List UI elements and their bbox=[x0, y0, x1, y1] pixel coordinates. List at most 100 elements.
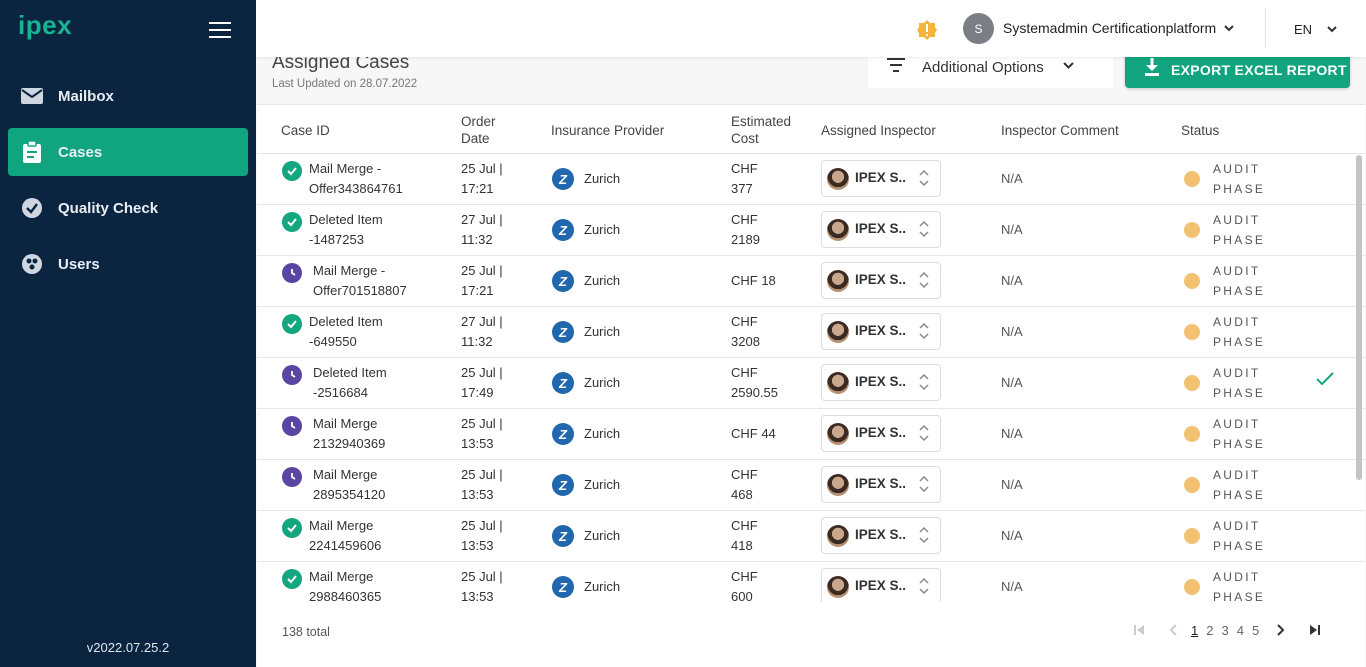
order-date: 25 Jul | 13:53 bbox=[461, 567, 521, 602]
order-date: 25 Jul | 17:49 bbox=[461, 363, 521, 403]
table-row[interactable]: Mail Merge 2241459606 25 Jul | 13:53 Z Zurich… bbox=[257, 511, 1365, 562]
case-id[interactable]: Mail Merge 2988460365 bbox=[309, 567, 454, 602]
page-number[interactable]: 2 bbox=[1202, 623, 1217, 638]
inspector-comment: N/A bbox=[1001, 222, 1023, 237]
cost-line1: CHF bbox=[731, 314, 758, 329]
status-line2: PHASE bbox=[1213, 437, 1266, 451]
case-id[interactable]: Mail Merge - Offer701518807 bbox=[313, 261, 458, 301]
status-dot bbox=[1184, 477, 1200, 493]
insurance-provider: Zurich bbox=[584, 273, 621, 288]
case-id-line2: Offer701518807 bbox=[313, 283, 407, 298]
page-number[interactable]: 3 bbox=[1217, 623, 1232, 638]
case-id-line2: 2988460365 bbox=[309, 589, 382, 602]
inspector-select[interactable]: IPEX S.. bbox=[821, 415, 941, 452]
status-dot bbox=[1184, 579, 1200, 595]
order-date-line2: 13:53 bbox=[461, 487, 494, 502]
header-order-date-line2: Date bbox=[461, 131, 490, 146]
sidebar-item-mailbox[interactable]: Mailbox bbox=[8, 72, 248, 120]
inspector-select[interactable]: IPEX S.. bbox=[821, 160, 941, 197]
page-number[interactable]: 4 bbox=[1233, 623, 1248, 638]
header-estimated-cost[interactable]: Estimated Cost bbox=[731, 113, 791, 147]
status-dot bbox=[1184, 324, 1200, 340]
menu-icon[interactable] bbox=[209, 22, 231, 38]
sidebar-item-quality-check[interactable]: Quality Check bbox=[8, 184, 248, 232]
avatar bbox=[827, 219, 849, 241]
case-id[interactable]: Deleted Item -2516684 bbox=[313, 363, 458, 403]
case-id[interactable]: Mail Merge - Offer343864761 bbox=[309, 159, 454, 199]
inspector-select[interactable]: IPEX S.. bbox=[821, 211, 941, 248]
header-insurance-provider[interactable]: Insurance Provider bbox=[551, 122, 664, 139]
header-status[interactable]: Status bbox=[1181, 122, 1219, 139]
header-order-date[interactable]: Order Date bbox=[461, 113, 496, 147]
clock-icon bbox=[282, 263, 302, 283]
table-row[interactable]: Deleted Item -649550 27 Jul | 11:32 Z Zurich C… bbox=[257, 307, 1365, 358]
case-id[interactable]: Mail Merge 2895354120 bbox=[313, 465, 458, 505]
avatar bbox=[827, 576, 849, 598]
scrollbar[interactable] bbox=[1356, 155, 1362, 480]
header-cost-line1: Estimated bbox=[731, 114, 792, 129]
table-row[interactable]: Deleted Item -2516684 25 Jul | 17:49 Z Zurich… bbox=[257, 358, 1365, 409]
last-page-icon[interactable] bbox=[1303, 619, 1327, 641]
status-line1: AUDIT bbox=[1213, 315, 1261, 329]
inspector-select[interactable]: IPEX S.. bbox=[821, 568, 941, 602]
header-cost-line2: Cost bbox=[731, 131, 759, 146]
check-circle-icon bbox=[282, 569, 302, 589]
inspector-select[interactable]: IPEX S.. bbox=[821, 313, 941, 350]
up-down-arrows-icon bbox=[918, 269, 930, 296]
cost-line2: 468 bbox=[731, 487, 753, 502]
chevron-down-icon[interactable] bbox=[1223, 21, 1235, 39]
zurich-logo-icon: Z bbox=[552, 525, 574, 547]
cost-line1: CHF bbox=[731, 569, 758, 584]
status-dot bbox=[1184, 222, 1200, 238]
page-number[interactable]: 1 bbox=[1187, 623, 1202, 638]
sidebar-item-users[interactable]: Users bbox=[8, 240, 248, 288]
status-badge: AUDIT PHASE bbox=[1213, 261, 1265, 301]
cost-line1: CHF bbox=[731, 212, 758, 227]
previous-page-icon[interactable] bbox=[1161, 619, 1185, 641]
order-date-line2: 17:21 bbox=[461, 181, 494, 196]
insurance-provider: Zurich bbox=[584, 375, 621, 390]
inspector-select[interactable]: IPEX S.. bbox=[821, 262, 941, 299]
case-id[interactable]: Deleted Item -1487253 bbox=[309, 210, 454, 250]
checkmark-icon[interactable] bbox=[1315, 371, 1335, 392]
table-row[interactable]: Mail Merge 2895354120 25 Jul | 13:53 Z Zurich… bbox=[257, 460, 1365, 511]
inspector-select[interactable]: IPEX S.. bbox=[821, 517, 941, 554]
check-circle-icon bbox=[21, 197, 43, 219]
language-select[interactable]: EN bbox=[1294, 22, 1312, 37]
header-assigned-inspector[interactable]: Assigned Inspector bbox=[821, 122, 936, 139]
sidebar-item-cases[interactable]: Cases bbox=[8, 128, 248, 176]
case-id[interactable]: Mail Merge 2132940369 bbox=[313, 414, 458, 454]
page-numbers: 12345 bbox=[1187, 623, 1263, 638]
status-line2: PHASE bbox=[1213, 284, 1266, 298]
status-line2: PHASE bbox=[1213, 182, 1266, 196]
header-inspector-comment[interactable]: Inspector Comment bbox=[1001, 122, 1119, 139]
inspector-select[interactable]: IPEX S.. bbox=[821, 466, 941, 503]
cost-line1: CHF bbox=[731, 467, 758, 482]
table-row[interactable]: Deleted Item -1487253 27 Jul | 11:32 Z Zurich… bbox=[257, 205, 1365, 256]
order-date-line1: 25 Jul | bbox=[461, 416, 503, 431]
cost-line2: 3208 bbox=[731, 334, 760, 349]
first-page-icon[interactable] bbox=[1127, 619, 1151, 641]
case-id[interactable]: Mail Merge 2241459606 bbox=[309, 516, 454, 556]
table-row[interactable]: Mail Merge - Offer343864761 25 Jul | 17:21 Z… bbox=[257, 154, 1365, 205]
case-id-line1: Mail Merge bbox=[309, 518, 374, 533]
chevron-down-icon[interactable] bbox=[1326, 22, 1338, 40]
table-row[interactable]: Mail Merge 2132940369 25 Jul | 13:53 Z Zurich… bbox=[257, 409, 1365, 460]
status-badge: AUDIT PHASE bbox=[1213, 312, 1265, 352]
avatar bbox=[827, 168, 849, 190]
next-page-icon[interactable] bbox=[1269, 619, 1293, 641]
status-dot bbox=[1184, 375, 1200, 391]
warning-icon[interactable] bbox=[916, 19, 937, 40]
avatar bbox=[827, 474, 849, 496]
user-name[interactable]: Systemadmin Certificationplatform bbox=[1003, 20, 1216, 36]
status-badge: AUDIT PHASE bbox=[1213, 414, 1265, 454]
header-case-id[interactable]: Case ID bbox=[281, 122, 330, 139]
table-row[interactable]: Mail Merge 2988460365 25 Jul | 13:53 Z Zurich… bbox=[257, 562, 1365, 602]
estimated-cost: CHF 2189 bbox=[731, 210, 779, 250]
case-id[interactable]: Deleted Item -649550 bbox=[309, 312, 454, 352]
avatar[interactable]: S bbox=[963, 13, 994, 44]
inspector-select[interactable]: IPEX S.. bbox=[821, 364, 941, 401]
page-number[interactable]: 5 bbox=[1248, 623, 1263, 638]
table-row[interactable]: Mail Merge - Offer701518807 25 Jul | 17:21 Z… bbox=[257, 256, 1365, 307]
order-date: 25 Jul | 17:21 bbox=[461, 261, 521, 301]
